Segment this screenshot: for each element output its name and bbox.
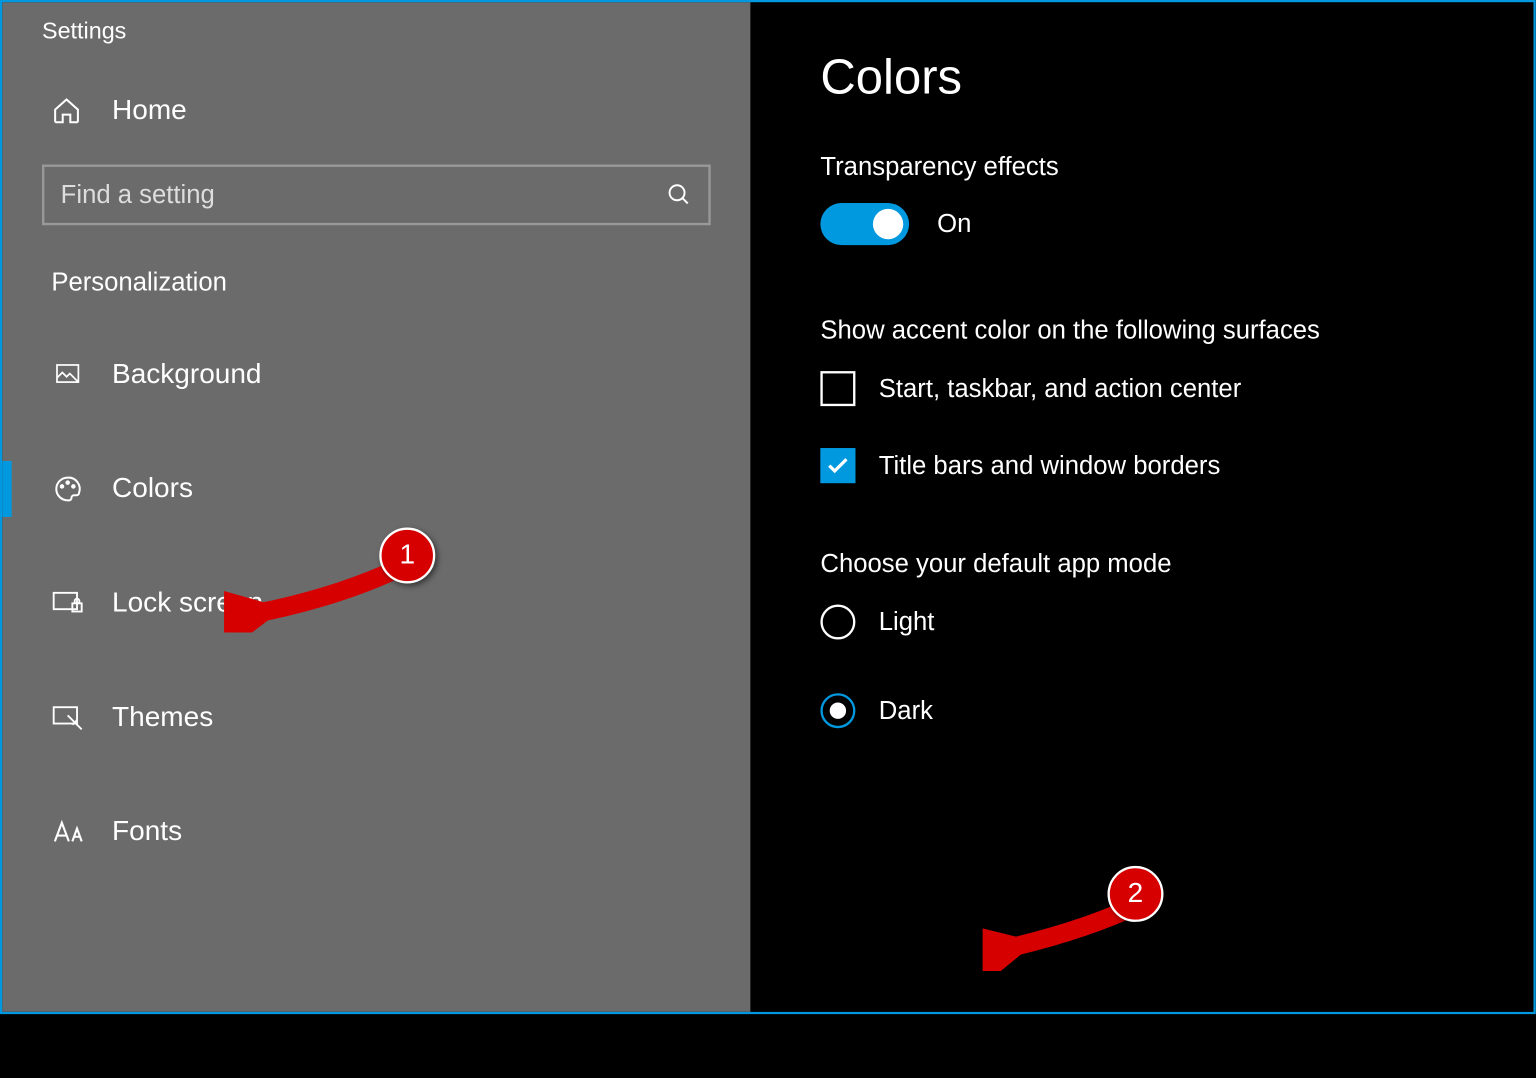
- home-icon: [51, 96, 81, 126]
- page-title: Colors: [820, 49, 1533, 105]
- checkbox-start-taskbar[interactable]: Start, taskbar, and action center: [820, 371, 1533, 406]
- transparency-state: On: [937, 209, 971, 239]
- app-mode-group: Choose your default app mode Light Dark: [820, 548, 1533, 728]
- checkbox-icon: [820, 448, 855, 483]
- nav-item-background[interactable]: Background: [2, 337, 750, 412]
- annotation-bubble-1: 1: [379, 527, 435, 583]
- search-icon: [666, 182, 692, 208]
- palette-icon: [51, 473, 84, 506]
- checkbox-title-bars[interactable]: Title bars and window borders: [820, 448, 1533, 483]
- search-box[interactable]: [42, 165, 711, 226]
- checkbox-icon: [820, 371, 855, 406]
- checkbox-label: Title bars and window borders: [879, 450, 1221, 480]
- radio-icon: [820, 693, 855, 728]
- annotation-bubble-2: 2: [1107, 866, 1163, 922]
- nav-item-colors[interactable]: Colors: [2, 452, 750, 527]
- nav-item-label: Fonts: [112, 816, 182, 849]
- radio-label: Light: [879, 607, 935, 637]
- nav-item-fonts[interactable]: Fonts: [2, 795, 750, 870]
- section-header: Personalization: [2, 225, 750, 297]
- nav-item-label: Background: [112, 358, 261, 391]
- home-label: Home: [112, 95, 187, 128]
- transparency-group: Transparency effects On: [820, 152, 1533, 245]
- nav-item-label: Colors: [112, 473, 193, 506]
- app-mode-header: Choose your default app mode: [820, 548, 1533, 578]
- nav-item-lock-screen[interactable]: Lock screen: [2, 566, 750, 641]
- themes-icon: [51, 701, 84, 734]
- main-content: Colors Transparency effects On Show acce…: [750, 2, 1533, 1011]
- nav-list: Background Colors Lock screen: [2, 337, 750, 869]
- nav-item-label: Lock screen: [112, 587, 263, 620]
- sidebar: Settings Home Personalization Background: [2, 2, 750, 1011]
- accent-surfaces-header: Show accent color on the following surfa…: [820, 315, 1533, 345]
- picture-icon: [51, 358, 84, 391]
- radio-dark[interactable]: Dark: [820, 693, 1533, 728]
- search-input[interactable]: [61, 180, 667, 210]
- fonts-icon: [51, 816, 84, 849]
- window-title: Settings: [2, 2, 750, 45]
- nav-item-label: Themes: [112, 701, 213, 734]
- radio-light[interactable]: Light: [820, 605, 1533, 640]
- accent-surfaces-group: Show accent color on the following surfa…: [820, 315, 1533, 483]
- transparency-label: Transparency effects: [820, 152, 1533, 182]
- radio-icon: [820, 605, 855, 640]
- radio-label: Dark: [879, 696, 933, 726]
- settings-window: Settings Home Personalization Background: [0, 0, 1536, 1014]
- home-nav[interactable]: Home: [2, 46, 750, 128]
- checkbox-label: Start, taskbar, and action center: [879, 373, 1241, 403]
- nav-item-themes[interactable]: Themes: [2, 680, 750, 755]
- lockscreen-icon: [51, 587, 84, 620]
- transparency-toggle[interactable]: [820, 203, 909, 245]
